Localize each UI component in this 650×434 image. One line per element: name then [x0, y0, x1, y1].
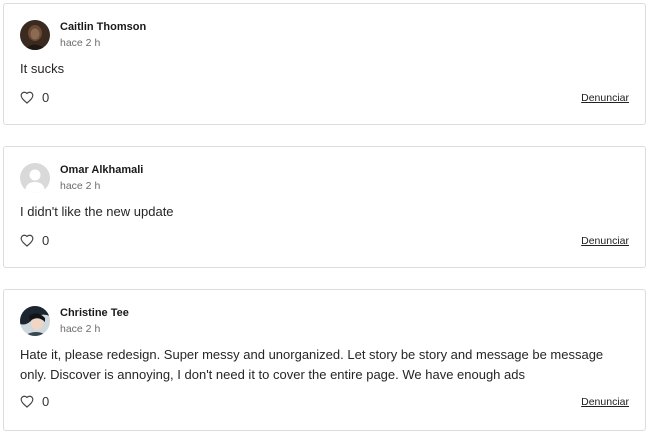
comment-time: hace 2 h	[60, 323, 101, 335]
comment-text: I didn't like the new update	[20, 204, 174, 219]
comment-text: It sucks	[20, 61, 65, 76]
like-button[interactable]: 0	[20, 90, 49, 105]
heart-outline-icon[interactable]	[20, 395, 34, 408]
report-link[interactable]: Denunciar	[581, 396, 629, 408]
like-button[interactable]: 0	[20, 233, 49, 248]
avatar[interactable]	[20, 20, 50, 50]
comment-header: Omar Alkhamali hace 2 h	[20, 163, 143, 193]
like-button[interactable]: 0	[20, 394, 49, 409]
avatar[interactable]	[20, 306, 50, 336]
author-name[interactable]: Caitlin Thomson	[60, 20, 146, 34]
comment-header: Christine Tee hace 2 h	[20, 306, 129, 336]
like-count: 0	[42, 233, 50, 248]
like-count: 0	[42, 394, 50, 409]
heart-outline-icon[interactable]	[20, 91, 34, 104]
heart-outline-icon[interactable]	[20, 234, 34, 247]
comment-footer: 0 Denunciar	[20, 394, 629, 409]
comment-card: Omar Alkhamali hace 2 h I didn't like th…	[3, 146, 646, 268]
comment-card: Caitlin Thomson hace 2 h It sucks 0 Denu…	[3, 3, 646, 125]
comment-time: hace 2 h	[60, 180, 101, 192]
default-avatar-icon[interactable]	[20, 163, 50, 193]
comment-time: hace 2 h	[60, 37, 101, 49]
author-name[interactable]: Omar Alkhamali	[60, 163, 143, 177]
like-count: 0	[42, 90, 50, 105]
comment-header: Caitlin Thomson hace 2 h	[20, 20, 146, 50]
comment-card: Christine Tee hace 2 h Hate it, please r…	[3, 289, 646, 431]
report-link[interactable]: Denunciar	[581, 92, 629, 104]
comment-text: Hate it, please redesign. Super messy an…	[20, 347, 604, 382]
comment-footer: 0 Denunciar	[20, 90, 629, 105]
report-link[interactable]: Denunciar	[581, 235, 629, 247]
comment-footer: 0 Denunciar	[20, 233, 629, 248]
author-name[interactable]: Christine Tee	[60, 306, 129, 320]
